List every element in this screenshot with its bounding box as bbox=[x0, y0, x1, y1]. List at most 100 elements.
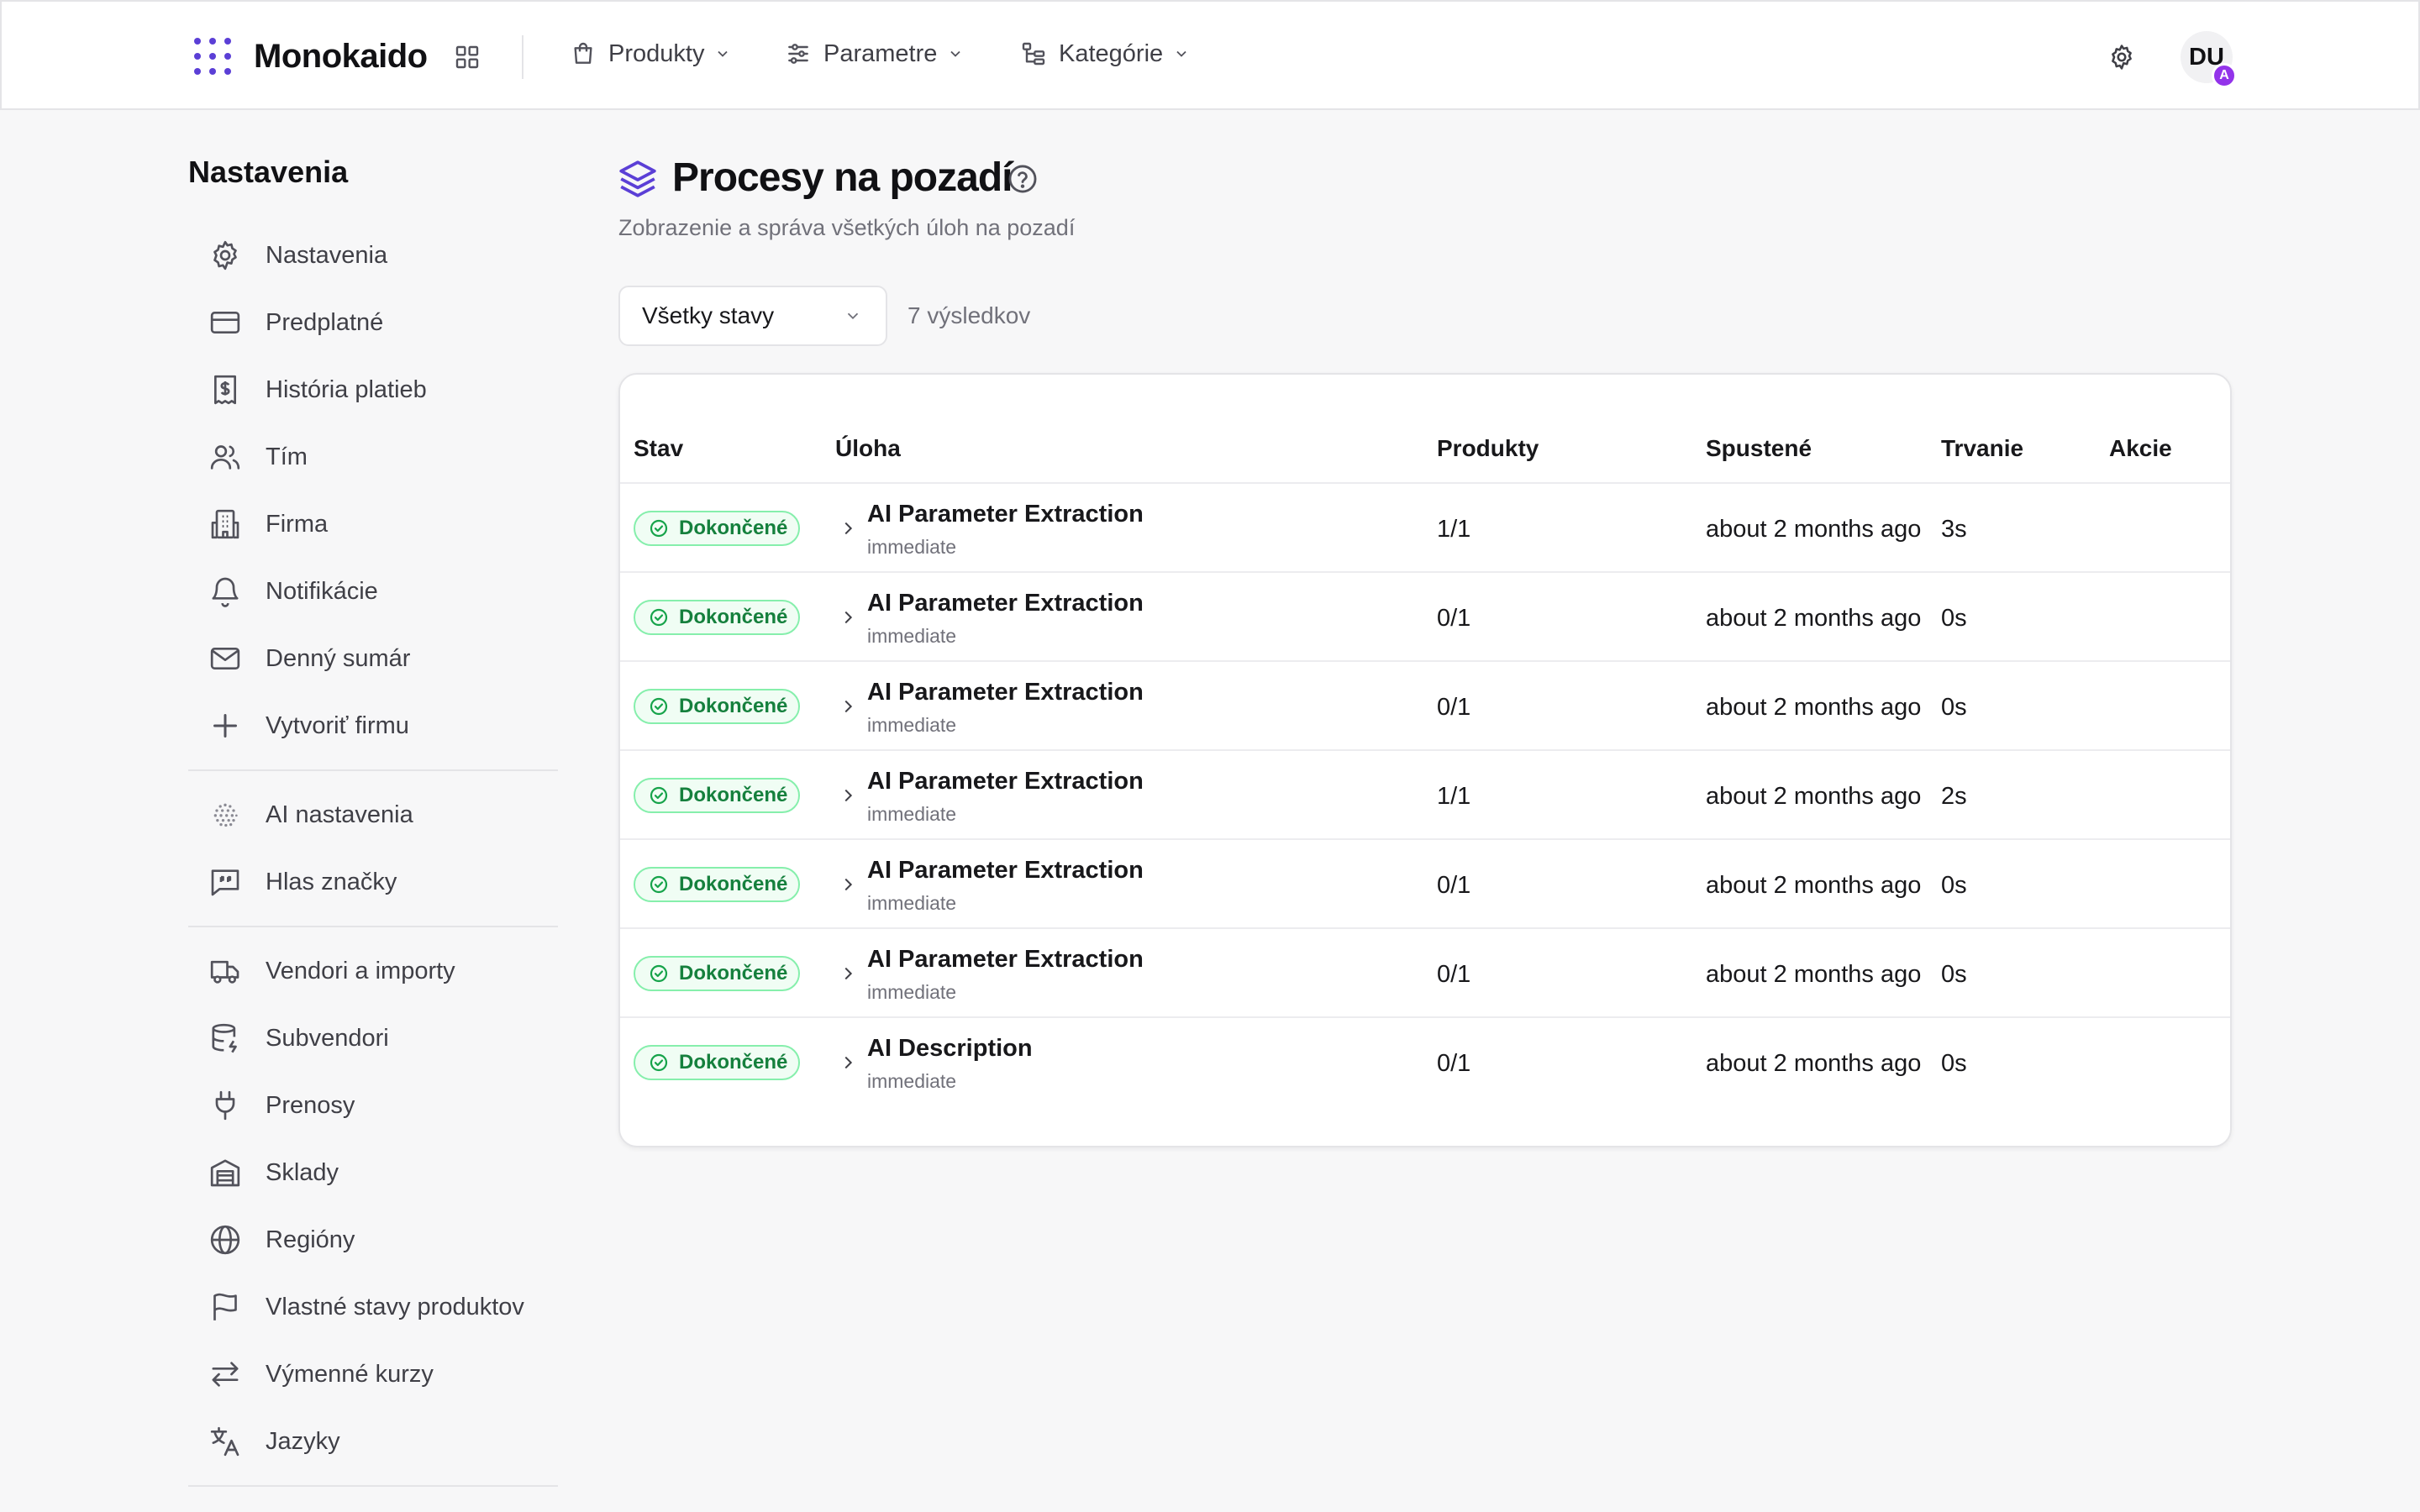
products-count: 0/1 bbox=[1437, 1050, 1471, 1077]
sidebar-item-subvendors[interactable]: Subvendori bbox=[208, 1018, 389, 1058]
chevron-down-icon bbox=[950, 50, 961, 57]
chevron-right-icon[interactable] bbox=[839, 964, 857, 983]
status-badge-label: Dokončené bbox=[679, 784, 788, 806]
status-badge-label: Dokončené bbox=[679, 962, 788, 984]
table-row[interactable]: Dokončené AI Parameter Extraction immedi… bbox=[620, 662, 2230, 749]
task-name: AI Description bbox=[867, 1035, 1033, 1062]
sidebar-item-notifications[interactable]: Notifikácie bbox=[208, 571, 378, 612]
nav-categories[interactable]: Kategórie bbox=[1020, 35, 1190, 72]
chevron-down-icon bbox=[1176, 50, 1186, 57]
column-header-task[interactable]: Úloha bbox=[835, 435, 901, 462]
table-row[interactable]: Dokončené AI Parameter Extraction immedi… bbox=[620, 840, 2230, 927]
sidebar-item-label: Sklady bbox=[266, 1158, 339, 1186]
brand-name[interactable]: Monokaido bbox=[254, 35, 428, 77]
sidebar-item-payment-history[interactable]: História platieb bbox=[208, 370, 427, 410]
sidebar-item-label: Notifikácie bbox=[266, 577, 378, 605]
truck-icon bbox=[210, 960, 239, 984]
task-type: immediate bbox=[867, 892, 957, 914]
nav-parameters[interactable]: Parametre bbox=[785, 35, 964, 72]
products-count: 1/1 bbox=[1437, 516, 1471, 543]
status-badge-label: Dokončené bbox=[679, 1051, 788, 1074]
gear-icon bbox=[213, 240, 237, 270]
chevron-right-icon[interactable] bbox=[839, 519, 857, 538]
bell-icon bbox=[212, 577, 239, 607]
table-row[interactable]: Dokončené AI Parameter Extraction immedi… bbox=[620, 484, 2230, 571]
sidebar-item-label: Vendori a importy bbox=[266, 957, 455, 984]
sidebar-item-ai-settings[interactable]: AI nastavenia bbox=[208, 795, 413, 835]
products-count: 0/1 bbox=[1437, 872, 1471, 899]
apps-grid-icon[interactable] bbox=[454, 44, 481, 71]
table-row[interactable]: Dokončené AI Parameter Extraction immedi… bbox=[620, 573, 2230, 660]
sidebar-item-brand-voice[interactable]: Hlas značky bbox=[208, 862, 397, 902]
status-badge: Dokončené bbox=[634, 778, 800, 813]
started-time: about 2 months ago bbox=[1706, 516, 1922, 543]
status-badge: Dokončené bbox=[634, 600, 800, 635]
chevron-right-icon[interactable] bbox=[839, 697, 857, 716]
column-header-started[interactable]: Spustené bbox=[1706, 435, 1812, 462]
table-row[interactable]: Dokončené AI Description immediate 0/1 a… bbox=[620, 1018, 2230, 1105]
duration: 2s bbox=[1941, 783, 1967, 810]
sidebar-item-label: Vlastné stavy produktov bbox=[266, 1293, 524, 1320]
sidebar-item-label: Denný sumár bbox=[266, 644, 411, 672]
nav-products[interactable]: Produkty bbox=[570, 35, 731, 72]
column-header-duration[interactable]: Trvanie bbox=[1941, 435, 2023, 462]
sidebar-item-languages[interactable]: Jazyky bbox=[208, 1421, 340, 1462]
sidebar-item-label: História platieb bbox=[266, 375, 427, 403]
check-circle-icon bbox=[650, 519, 668, 538]
receipt-icon bbox=[213, 375, 236, 405]
sidebar-item-transfers[interactable]: Prenosy bbox=[208, 1085, 355, 1126]
sidebar-item-company[interactable]: Firma bbox=[208, 504, 328, 544]
flag-icon bbox=[213, 1293, 237, 1320]
users-icon bbox=[210, 445, 240, 470]
duration: 0s bbox=[1941, 694, 1967, 721]
shopping-bag-icon bbox=[574, 42, 592, 64]
tree-icon bbox=[1022, 42, 1045, 66]
chevron-right-icon[interactable] bbox=[839, 608, 857, 627]
task-name: AI Parameter Extraction bbox=[867, 946, 1144, 973]
status-filter-select[interactable]: Všetky stavy bbox=[618, 286, 887, 346]
sidebar-item-label: Jazyky bbox=[266, 1427, 340, 1455]
sidebar-item-settings[interactable]: Nastavenia bbox=[208, 235, 387, 276]
sidebar-item-label: Prenosy bbox=[266, 1091, 355, 1119]
page-title: Procesy na pozadí bbox=[672, 155, 1013, 200]
check-circle-icon bbox=[650, 786, 668, 805]
building-icon bbox=[211, 509, 239, 539]
sidebar-item-warehouses[interactable]: Sklady bbox=[208, 1152, 339, 1193]
status-badge: Dokončené bbox=[634, 689, 800, 724]
nav-categories-label: Kategórie bbox=[1059, 39, 1164, 67]
sidebar-item-daily-summary[interactable]: Denný sumár bbox=[208, 638, 410, 679]
status-badge-label: Dokončené bbox=[679, 873, 788, 895]
chevron-right-icon[interactable] bbox=[839, 1053, 857, 1072]
check-circle-icon bbox=[650, 964, 668, 983]
table-row[interactable]: Dokončené AI Parameter Extraction immedi… bbox=[620, 751, 2230, 838]
chevron-right-icon[interactable] bbox=[839, 786, 857, 805]
brand-logo-icon bbox=[194, 38, 231, 75]
help-circle-icon[interactable] bbox=[1007, 163, 1039, 195]
result-count: 7 výsledkov bbox=[908, 302, 1031, 328]
sidebar-item-regions[interactable]: Regióny bbox=[208, 1220, 355, 1260]
sidebar-item-create-company[interactable]: Vytvoriť firmu bbox=[208, 706, 409, 746]
duration: 3s bbox=[1941, 516, 1967, 543]
database-icon bbox=[212, 1023, 237, 1053]
status-filter-value: Všetky stavy bbox=[642, 302, 775, 328]
task-type: immediate bbox=[867, 625, 957, 647]
sidebar-item-vendors-imports[interactable]: Vendori a importy bbox=[208, 951, 455, 991]
sidebar-item-exchange-rates[interactable]: Výmenné kurzy bbox=[208, 1354, 434, 1394]
started-time: about 2 months ago bbox=[1706, 961, 1922, 988]
sidebar-item-subscription[interactable]: Predplatné bbox=[208, 302, 383, 343]
sidebar-item-label: AI nastavenia bbox=[266, 801, 413, 828]
products-count: 0/1 bbox=[1437, 961, 1471, 988]
column-header-products[interactable]: Produkty bbox=[1437, 435, 1539, 462]
started-time: about 2 months ago bbox=[1706, 1050, 1922, 1077]
column-header-status[interactable]: Stav bbox=[634, 435, 683, 462]
sidebar-divider bbox=[188, 926, 558, 927]
check-circle-icon bbox=[650, 875, 668, 894]
sidebar-item-label: Nastavenia bbox=[266, 241, 388, 269]
started-time: about 2 months ago bbox=[1706, 783, 1922, 810]
sidebar-item-custom-product-states[interactable]: Vlastné stavy produktov bbox=[208, 1287, 524, 1327]
table-row[interactable]: Dokončené AI Parameter Extraction immedi… bbox=[620, 929, 2230, 1016]
chevron-right-icon[interactable] bbox=[839, 875, 857, 894]
settings-gear-icon[interactable] bbox=[2107, 43, 2136, 71]
sidebar-item-team[interactable]: Tím bbox=[208, 437, 308, 477]
avatar-badge: A bbox=[2212, 63, 2237, 88]
